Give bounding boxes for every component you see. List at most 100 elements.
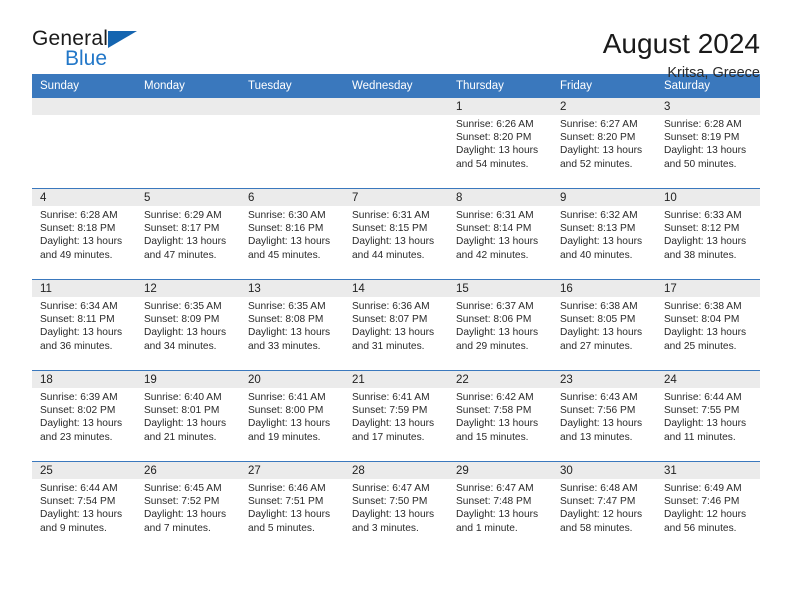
sunset-time: Sunset: 7:46 PM: [664, 496, 740, 508]
daylight-duration-line2: and 11 minutes.: [664, 431, 736, 443]
calendar-day-cell[interactable]: 23 Sunrise: 6:43 AM Sunset: 7:56 PM Dayligh…: [552, 370, 656, 462]
sunset-time: Sunset: 7:52 PM: [144, 496, 220, 508]
day-cell-inner: 6 Sunrise: 6:30 AM Sunset: 8:16 PM Daylight…: [240, 189, 344, 279]
sunrise-time: Sunrise: 6:31 AM: [456, 210, 534, 221]
day-cell-inner: 23 Sunrise: 6:43 AM Sunset: 7:56 PM Dayligh…: [552, 371, 656, 461]
daylight-duration-line1: Daylight: 13 hours: [144, 418, 227, 430]
day-number: 19: [136, 371, 240, 388]
daylight-duration-line2: and 21 minutes.: [144, 431, 217, 443]
day-sun-info: Sunrise: 6:35 AM Sunset: 8:08 PM Daylight:…: [240, 297, 344, 353]
day-cell-inner: 21 Sunrise: 6:41 AM Sunset: 7:59 PM Dayligh…: [344, 371, 448, 461]
calendar-day-cell[interactable]: 26 Sunrise: 6:45 AM Sunset: 7:52 PM Dayligh…: [136, 461, 240, 552]
day-sun-info: Sunrise: 6:30 AM Sunset: 8:16 PM Daylight:…: [240, 206, 344, 262]
weekday-header-sunday: Sunday: [32, 74, 136, 98]
calendar-day-cell[interactable]: 31 Sunrise: 6:49 AM Sunset: 7:46 PM Dayligh…: [656, 461, 760, 552]
daylight-duration-line2: and 50 minutes.: [664, 158, 737, 170]
day-cell-inner: 31 Sunrise: 6:49 AM Sunset: 7:46 PM Dayligh…: [656, 462, 760, 552]
sunset-time: Sunset: 8:01 PM: [144, 405, 220, 417]
sunset-time: Sunset: 8:00 PM: [248, 405, 324, 417]
day-number: 1: [448, 98, 552, 115]
calendar-day-cell[interactable]: 28 Sunrise: 6:47 AM Sunset: 7:50 PM Dayligh…: [344, 461, 448, 552]
calendar-day-cell[interactable]: 5 Sunrise: 6:29 AM Sunset: 8:17 PM Daylight…: [136, 188, 240, 280]
calendar-day-cell[interactable]: 27 Sunrise: 6:46 AM Sunset: 7:51 PM Dayligh…: [240, 461, 344, 552]
calendar-day-cell[interactable]: 18 Sunrise: 6:39 AM Sunset: 8:02 PM Dayligh…: [32, 370, 136, 462]
calendar-day-cell[interactable]: 21 Sunrise: 6:41 AM Sunset: 7:59 PM Dayligh…: [344, 370, 448, 462]
sunset-time: Sunset: 7:48 PM: [456, 496, 532, 508]
calendar-day-cell[interactable]: 3 Sunrise: 6:28 AM Sunset: 8:19 PM Daylight…: [656, 98, 760, 189]
daylight-duration-line2: and 34 minutes.: [144, 340, 217, 352]
day-cell-inner: 9 Sunrise: 6:32 AM Sunset: 8:13 PM Daylight…: [552, 189, 656, 279]
sunset-time: Sunset: 8:07 PM: [352, 314, 428, 326]
calendar-day-cell[interactable]: 15 Sunrise: 6:37 AM Sunset: 8:06 PM Dayligh…: [448, 279, 552, 371]
daylight-duration-line2: and 31 minutes.: [352, 340, 425, 352]
day-cell-inner: 8 Sunrise: 6:31 AM Sunset: 8:14 PM Daylight…: [448, 189, 552, 279]
calendar-day-cell[interactable]: 9 Sunrise: 6:32 AM Sunset: 8:13 PM Daylight…: [552, 188, 656, 280]
calendar-day-cell[interactable]: 7 Sunrise: 6:31 AM Sunset: 8:15 PM Daylight…: [344, 188, 448, 280]
generalblue-logo[interactable]: General Blue: [32, 28, 142, 74]
calendar-day-cell[interactable]: 25 Sunrise: 6:44 AM Sunset: 7:54 PM Dayligh…: [32, 461, 136, 552]
day-cell-inner: 24 Sunrise: 6:44 AM Sunset: 7:55 PM Dayligh…: [656, 371, 760, 461]
day-sun-info: Sunrise: 6:38 AM Sunset: 8:04 PM Daylight:…: [656, 297, 760, 353]
day-number: 3: [656, 98, 760, 115]
day-sun-info: Sunrise: 6:36 AM Sunset: 8:07 PM Daylight:…: [344, 297, 448, 353]
daylight-duration-line1: Daylight: 13 hours: [144, 509, 227, 521]
calendar-day-cell[interactable]: 13 Sunrise: 6:35 AM Sunset: 8:08 PM Dayligh…: [240, 279, 344, 371]
sunset-time: Sunset: 7:58 PM: [456, 405, 532, 417]
sunset-time: Sunset: 7:55 PM: [664, 405, 740, 417]
calendar-day-cell[interactable]: 11 Sunrise: 6:34 AM Sunset: 8:11 PM Dayligh…: [32, 279, 136, 371]
calendar-day-cell[interactable]: 22 Sunrise: 6:42 AM Sunset: 7:58 PM Dayligh…: [448, 370, 552, 462]
sunrise-time: Sunrise: 6:38 AM: [664, 301, 742, 312]
daylight-duration-line2: and 17 minutes.: [352, 431, 425, 443]
calendar-day-cell[interactable]: 20 Sunrise: 6:41 AM Sunset: 8:00 PM Dayligh…: [240, 370, 344, 462]
daylight-duration-line1: Daylight: 13 hours: [40, 418, 123, 430]
calendar-day-cell[interactable]: 16 Sunrise: 6:38 AM Sunset: 8:05 PM Dayligh…: [552, 279, 656, 371]
day-sun-info: Sunrise: 6:31 AM Sunset: 8:14 PM Daylight:…: [448, 206, 552, 262]
calendar-day-cell[interactable]: 4 Sunrise: 6:28 AM Sunset: 8:18 PM Daylight…: [32, 188, 136, 280]
sunrise-time: Sunrise: 6:35 AM: [248, 301, 326, 312]
daylight-duration-line2: and 29 minutes.: [456, 340, 529, 352]
daylight-duration-line2: and 3 minutes.: [352, 522, 419, 534]
day-cell-inner: 18 Sunrise: 6:39 AM Sunset: 8:02 PM Dayligh…: [32, 371, 136, 461]
calendar-body: 1 Sunrise: 6:26 AM Sunset: 8:20 PM Daylight…: [32, 98, 760, 552]
calendar-day-cell[interactable]: 24 Sunrise: 6:44 AM Sunset: 7:55 PM Dayligh…: [656, 370, 760, 462]
sunrise-time: Sunrise: 6:42 AM: [456, 392, 534, 403]
daylight-duration-line1: Daylight: 13 hours: [560, 418, 643, 430]
day-cell-inner: 19 Sunrise: 6:40 AM Sunset: 8:01 PM Dayligh…: [136, 371, 240, 461]
calendar-day-cell[interactable]: 29 Sunrise: 6:47 AM Sunset: 7:48 PM Dayligh…: [448, 461, 552, 552]
calendar-day-cell[interactable]: 14 Sunrise: 6:36 AM Sunset: 8:07 PM Dayligh…: [344, 279, 448, 371]
day-number: 30: [552, 462, 656, 479]
daylight-duration-line2: and 49 minutes.: [40, 249, 113, 261]
day-number: 12: [136, 280, 240, 297]
daylight-duration-line1: Daylight: 13 hours: [456, 327, 539, 339]
calendar-day-cell[interactable]: 2 Sunrise: 6:27 AM Sunset: 8:20 PM Daylight…: [552, 98, 656, 189]
day-number: 11: [32, 280, 136, 297]
day-number: 21: [344, 371, 448, 388]
daylight-duration-line1: Daylight: 13 hours: [664, 236, 747, 248]
daylight-duration-line1: Daylight: 13 hours: [248, 236, 331, 248]
sunrise-time: Sunrise: 6:44 AM: [40, 483, 118, 494]
sunrise-time: Sunrise: 6:32 AM: [560, 210, 638, 221]
calendar-day-cell-empty: [136, 98, 240, 189]
daylight-duration-line2: and 56 minutes.: [664, 522, 737, 534]
day-cell-inner: 11 Sunrise: 6:34 AM Sunset: 8:11 PM Dayligh…: [32, 280, 136, 370]
day-number: 5: [136, 189, 240, 206]
logo-word-blue: Blue: [65, 47, 108, 70]
calendar-day-cell[interactable]: 10 Sunrise: 6:33 AM Sunset: 8:12 PM Dayligh…: [656, 188, 760, 280]
day-cell-inner: 28 Sunrise: 6:47 AM Sunset: 7:50 PM Dayligh…: [344, 462, 448, 552]
day-sun-info: Sunrise: 6:45 AM Sunset: 7:52 PM Daylight:…: [136, 479, 240, 535]
calendar-day-cell[interactable]: 30 Sunrise: 6:48 AM Sunset: 7:47 PM Dayligh…: [552, 461, 656, 552]
sunset-time: Sunset: 8:08 PM: [248, 314, 324, 326]
daylight-duration-line1: Daylight: 13 hours: [560, 236, 643, 248]
calendar-day-cell[interactable]: 8 Sunrise: 6:31 AM Sunset: 8:14 PM Daylight…: [448, 188, 552, 280]
calendar-day-cell[interactable]: 19 Sunrise: 6:40 AM Sunset: 8:01 PM Dayligh…: [136, 370, 240, 462]
calendar-day-cell[interactable]: 17 Sunrise: 6:38 AM Sunset: 8:04 PM Dayligh…: [656, 279, 760, 371]
calendar-day-cell[interactable]: 1 Sunrise: 6:26 AM Sunset: 8:20 PM Daylight…: [448, 98, 552, 189]
calendar-week-row: 11 Sunrise: 6:34 AM Sunset: 8:11 PM Dayligh…: [32, 279, 760, 371]
day-number: 23: [552, 371, 656, 388]
day-number: 28: [344, 462, 448, 479]
sunrise-time: Sunrise: 6:49 AM: [664, 483, 742, 494]
calendar-day-cell[interactable]: 12 Sunrise: 6:35 AM Sunset: 8:09 PM Dayligh…: [136, 279, 240, 371]
calendar-day-cell[interactable]: 6 Sunrise: 6:30 AM Sunset: 8:16 PM Daylight…: [240, 188, 344, 280]
calendar-week-row: 1 Sunrise: 6:26 AM Sunset: 8:20 PM Daylight…: [32, 98, 760, 189]
daylight-duration-line1: Daylight: 13 hours: [248, 509, 331, 521]
